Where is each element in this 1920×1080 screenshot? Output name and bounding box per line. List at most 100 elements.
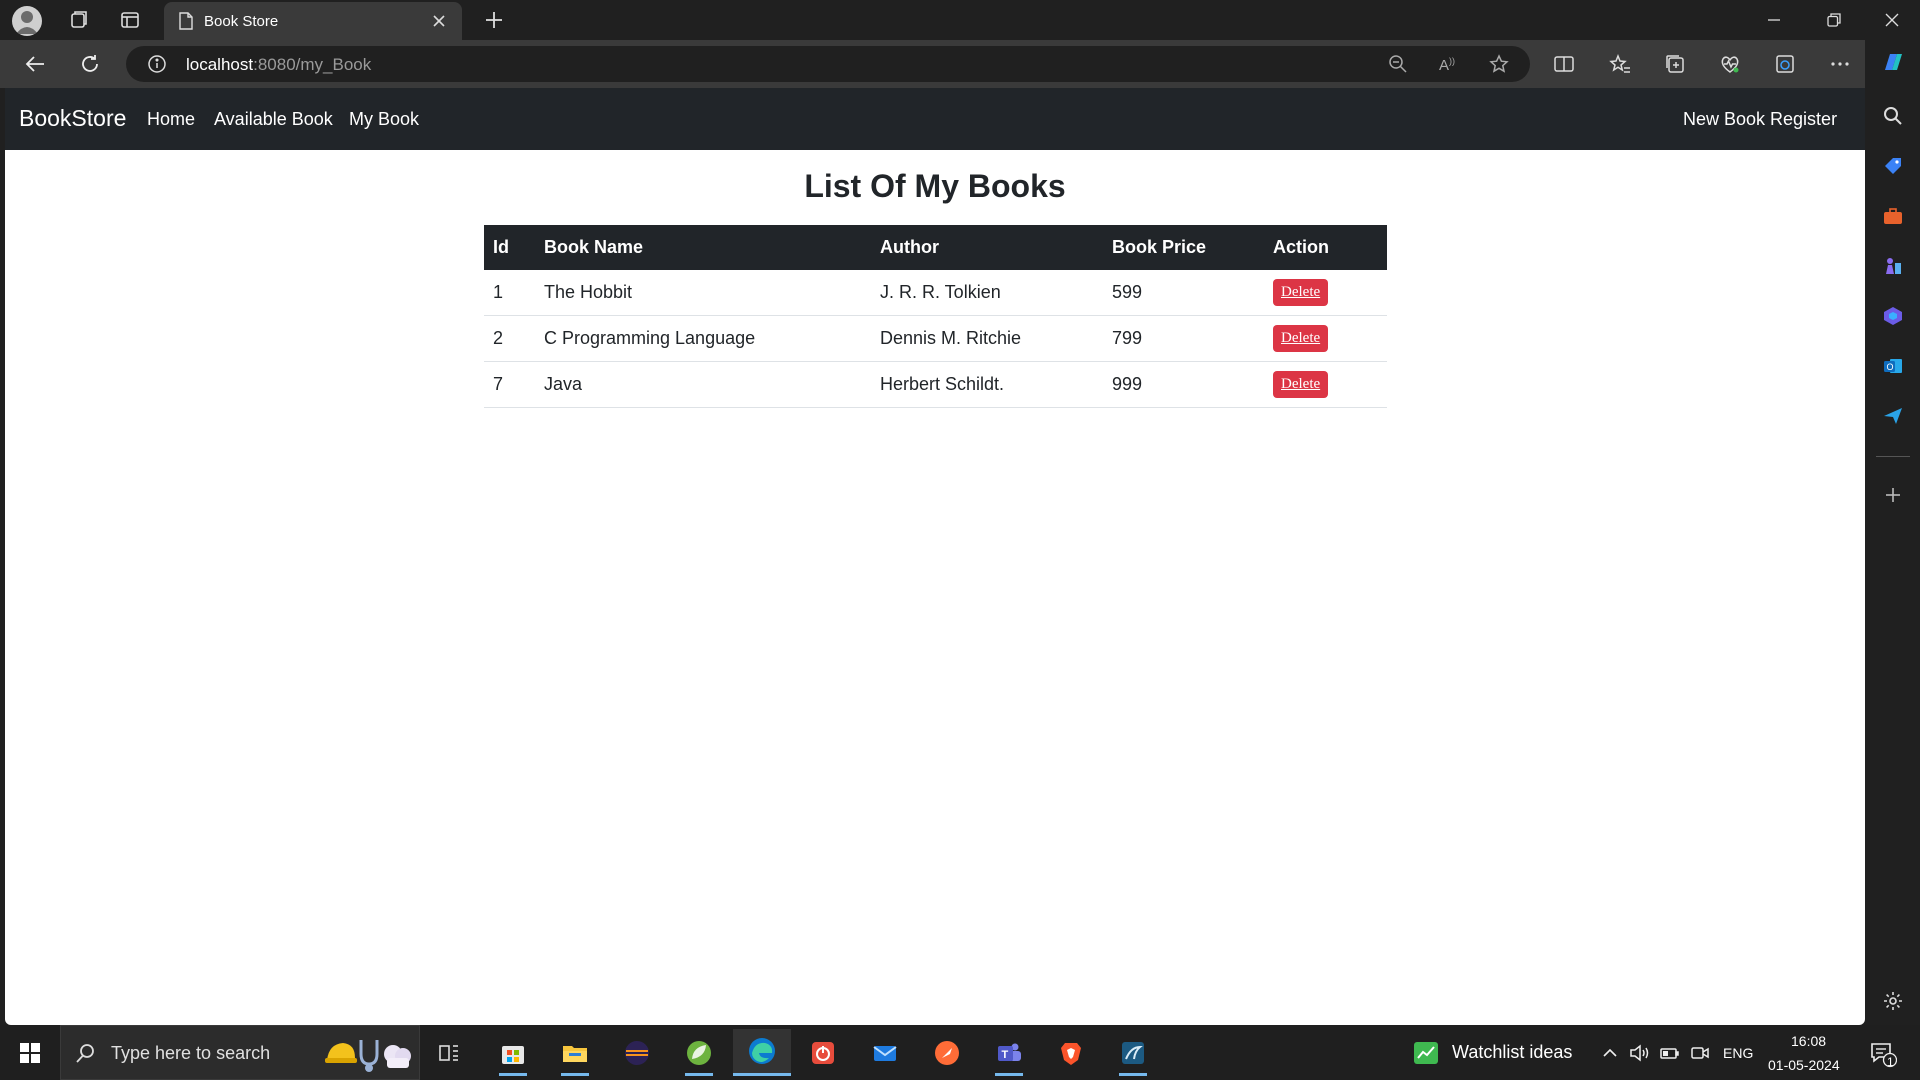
table-row: 2 C Programming Language Dennis M. Ritch… bbox=[484, 315, 1387, 362]
close-tab-icon[interactable] bbox=[430, 12, 448, 30]
delete-button[interactable]: Delete bbox=[1273, 325, 1329, 352]
page-title: List Of My Books bbox=[804, 168, 1066, 204]
chevron-up-icon[interactable] bbox=[1601, 1044, 1619, 1062]
windows-start-icon[interactable] bbox=[0, 1025, 60, 1080]
stocks-widget-icon[interactable] bbox=[1414, 1042, 1438, 1064]
copilot-icon[interactable] bbox=[1879, 48, 1907, 76]
file-explorer-icon[interactable] bbox=[549, 1029, 601, 1076]
send-icon[interactable] bbox=[1879, 402, 1907, 430]
running-indicator bbox=[1119, 1073, 1147, 1076]
microsoft-365-icon[interactable] bbox=[1879, 302, 1907, 330]
power-app-icon[interactable] bbox=[797, 1029, 849, 1076]
settings-gear-icon[interactable] bbox=[1879, 987, 1907, 1015]
eclipse-icon[interactable] bbox=[611, 1029, 663, 1076]
shopping-tag-icon[interactable] bbox=[1879, 152, 1907, 180]
running-indicator bbox=[685, 1073, 713, 1076]
browser-essentials-icon[interactable] bbox=[1716, 50, 1744, 78]
svg-text:)): )) bbox=[1449, 56, 1455, 66]
navbar-brand[interactable]: BookStore bbox=[19, 105, 126, 132]
cell-book-name: The Hobbit bbox=[535, 270, 871, 316]
books-table: Id Book Name Author Book Price Action 1 … bbox=[484, 225, 1387, 408]
add-icon[interactable] bbox=[1879, 481, 1907, 509]
brave-browser-icon[interactable] bbox=[1045, 1029, 1097, 1076]
postman-icon[interactable] bbox=[921, 1029, 973, 1076]
running-indicator bbox=[995, 1073, 1023, 1076]
volume-icon[interactable] bbox=[1629, 1043, 1651, 1063]
taskbar-search[interactable]: Type here to search bbox=[60, 1025, 420, 1080]
profile-avatar[interactable] bbox=[12, 6, 42, 36]
cell-action: Delete bbox=[1264, 315, 1387, 362]
cell-id: 7 bbox=[484, 361, 535, 408]
clock-time[interactable]: 16:08 bbox=[1791, 1033, 1826, 1049]
nav-link-available-book[interactable]: Available Book bbox=[214, 109, 333, 130]
mysql-workbench-icon[interactable] bbox=[1107, 1029, 1159, 1076]
delete-button[interactable]: Delete bbox=[1273, 279, 1329, 306]
task-view-icon[interactable] bbox=[423, 1029, 475, 1076]
battery-icon[interactable] bbox=[1659, 1044, 1681, 1062]
cell-author: Dennis M. Ritchie bbox=[871, 315, 1103, 362]
language-indicator[interactable]: ENG bbox=[1723, 1045, 1753, 1061]
delete-button[interactable]: Delete bbox=[1273, 371, 1329, 398]
svg-text:T: T bbox=[1002, 1049, 1009, 1061]
favorites-icon[interactable] bbox=[1606, 50, 1634, 78]
read-aloud-icon[interactable]: A)) bbox=[1438, 53, 1460, 75]
search-icon[interactable] bbox=[1879, 102, 1907, 130]
mail-icon[interactable] bbox=[859, 1029, 911, 1076]
cell-book-name: C Programming Language bbox=[535, 315, 871, 362]
cell-action: Delete bbox=[1264, 361, 1387, 408]
column-header-book-price: Book Price bbox=[1103, 225, 1264, 270]
zoom-out-icon[interactable] bbox=[1387, 53, 1409, 75]
running-indicator bbox=[499, 1073, 527, 1076]
edge-bar-icon[interactable] bbox=[1771, 50, 1799, 78]
search-highlight-icon bbox=[323, 1034, 415, 1074]
split-screen-icon[interactable] bbox=[1550, 50, 1578, 78]
table-header-row: Id Book Name Author Book Price Action bbox=[484, 225, 1387, 270]
column-header-author: Author bbox=[871, 225, 1103, 270]
browser-toolbar: localhost:8080/my_Book A)) bbox=[0, 40, 1920, 88]
cell-action: Delete bbox=[1264, 270, 1387, 316]
cell-id: 2 bbox=[484, 315, 535, 362]
minimize-icon[interactable] bbox=[1746, 0, 1802, 40]
close-window-icon[interactable] bbox=[1864, 0, 1920, 40]
spring-tool-suite-icon[interactable] bbox=[673, 1029, 725, 1076]
meet-now-icon[interactable] bbox=[1690, 1043, 1710, 1063]
sidebar-divider bbox=[1876, 456, 1910, 457]
nav-link-my-book[interactable]: My Book bbox=[349, 109, 419, 130]
table-row: 1 The Hobbit J. R. R. Tolkien 599 Delete bbox=[484, 270, 1387, 316]
cell-price: 999 bbox=[1103, 361, 1264, 408]
notification-count: 1 bbox=[1887, 1055, 1894, 1069]
microsoft-store-icon[interactable] bbox=[487, 1029, 539, 1076]
favorite-star-icon[interactable] bbox=[1488, 53, 1510, 75]
cell-price: 599 bbox=[1103, 270, 1264, 316]
clock-date[interactable]: 01-05-2024 bbox=[1768, 1057, 1840, 1073]
more-options-icon[interactable] bbox=[1826, 50, 1854, 78]
site-info-icon[interactable] bbox=[146, 53, 168, 75]
page-icon bbox=[178, 12, 194, 30]
windows-taskbar: Type here to search T Watchlist ideas EN… bbox=[0, 1025, 1920, 1080]
site-navbar: BookStore Home Available Book My Book Ne… bbox=[5, 88, 1865, 150]
outlook-icon[interactable]: O bbox=[1879, 352, 1907, 380]
vertical-tabs-icon[interactable] bbox=[114, 4, 146, 36]
nav-link-new-book-register[interactable]: New Book Register bbox=[1683, 109, 1837, 130]
nav-link-home[interactable]: Home bbox=[147, 109, 195, 130]
edge-browser-icon[interactable] bbox=[733, 1029, 791, 1076]
column-header-id: Id bbox=[484, 225, 535, 270]
restore-icon[interactable] bbox=[1806, 0, 1862, 40]
url-text[interactable]: localhost:8080/my_Book bbox=[186, 55, 371, 75]
new-tab-icon[interactable] bbox=[478, 4, 510, 36]
teams-icon[interactable]: T bbox=[983, 1029, 1035, 1076]
address-bar[interactable]: localhost:8080/my_Book A)) bbox=[126, 46, 1530, 82]
watchlist-widget-label[interactable]: Watchlist ideas bbox=[1452, 1042, 1572, 1063]
tab-title: Book Store bbox=[204, 12, 279, 30]
edge-sidebar: O bbox=[1865, 40, 1920, 1025]
tools-briefcase-icon[interactable] bbox=[1879, 202, 1907, 230]
games-chess-icon[interactable] bbox=[1879, 252, 1907, 280]
workspaces-icon[interactable] bbox=[62, 4, 94, 36]
column-header-book-name: Book Name bbox=[535, 225, 871, 270]
refresh-icon[interactable] bbox=[74, 48, 106, 80]
back-arrow-icon[interactable] bbox=[19, 48, 51, 80]
collections-icon[interactable] bbox=[1661, 50, 1689, 78]
cell-book-name: Java bbox=[535, 361, 871, 408]
cell-author: J. R. R. Tolkien bbox=[871, 270, 1103, 316]
tab-book-store[interactable]: Book Store bbox=[164, 2, 462, 40]
